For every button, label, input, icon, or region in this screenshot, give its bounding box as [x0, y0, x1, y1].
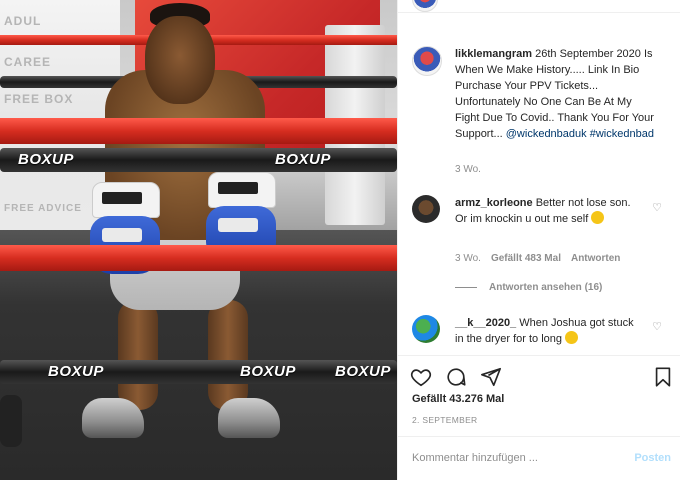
comment-username[interactable]: armz_korleone [455, 197, 533, 209]
avatar[interactable] [412, 46, 442, 76]
heart-icon[interactable] [410, 366, 432, 388]
avatar[interactable] [412, 315, 440, 343]
caption-age[interactable]: 3 Wo. [455, 164, 481, 175]
comment-like-icon[interactable]: ♡ [651, 321, 663, 333]
ring-corner-item [0, 395, 22, 447]
view-replies-label[interactable]: Antworten ansehen (16) [489, 282, 602, 293]
emoji-icon [565, 331, 579, 344]
comment-input[interactable] [410, 451, 614, 465]
comment-like-icon[interactable]: ♡ [651, 202, 663, 214]
rope-boxup-upper: BOXUP BOXUP [0, 148, 397, 172]
comment-likes[interactable]: Gefällt 483 Mal [491, 253, 561, 264]
reply-button[interactable]: Antworten [571, 253, 620, 264]
emoji-icon [591, 211, 605, 224]
banner-text: FREE ADVICE [4, 203, 82, 214]
rope-boxup-lower: BOXUP BOXUP BOXUP [0, 360, 397, 384]
share-icon[interactable] [480, 366, 502, 388]
instagram-post: ADUL CAREE FREE BOX FREE ADVICE BOXUP BO… [0, 0, 680, 480]
boxer-head [145, 16, 215, 104]
comment: armz_korleone Better not lose son. Or im… [455, 195, 645, 227]
view-replies[interactable]: Antworten ansehen (16) [455, 282, 602, 293]
caption-text: 26th September 2020 Is When We Make Hist… [455, 48, 654, 140]
bookmark-icon[interactable] [652, 366, 674, 388]
rope-brand: BOXUP [335, 363, 391, 380]
boxer-shoe [218, 398, 280, 438]
comment-icon[interactable] [445, 366, 467, 388]
rope-brand: BOXUP [48, 363, 104, 380]
boxer-leg [118, 300, 158, 410]
caption: likklemangram 26th September 2020 Is Whe… [455, 46, 655, 142]
boxer-leg [208, 300, 248, 410]
post-photo[interactable]: ADUL CAREE FREE BOX FREE ADVICE BOXUP BO… [0, 0, 397, 480]
post-button[interactable]: Posten [634, 452, 671, 464]
post-sidebar: likklemangram 26th September 2020 Is Whe… [397, 0, 680, 480]
action-bar [398, 355, 680, 396]
comment: __k__2020_ When Joshua got stuck in the … [455, 315, 645, 347]
rope-brand: BOXUP [275, 151, 331, 168]
caption-mention[interactable]: @wickednbaduk [506, 128, 587, 140]
rope-red-lower [0, 245, 397, 271]
avatar[interactable] [412, 0, 438, 12]
banner-text: ADUL [4, 14, 42, 28]
post-date[interactable]: 2. SEPTEMBER [412, 415, 477, 425]
rope-brand: BOXUP [18, 151, 74, 168]
banner-text: FREE BOX [4, 92, 74, 106]
banner-text: CAREE [4, 55, 52, 69]
avatar[interactable] [412, 195, 440, 223]
comment-bar: Posten [398, 436, 680, 481]
comment-meta: 3 Wo. Gefällt 483 Mal Antworten [455, 253, 620, 264]
caption-username[interactable]: likklemangram [455, 48, 532, 60]
rope-red-upper [0, 118, 397, 144]
rope-brand: BOXUP [240, 363, 296, 380]
glove-brand [218, 218, 258, 232]
header-strip [398, 0, 680, 13]
likes-count[interactable]: Gefällt 43.276 Mal [412, 393, 504, 405]
comment-username[interactable]: __k__2020_ [455, 317, 516, 329]
glove-brand [102, 228, 142, 242]
caption-hashtag[interactable]: #wickednbad [590, 128, 654, 140]
comment-age[interactable]: 3 Wo. [455, 253, 481, 264]
boxer-shoe [82, 398, 144, 438]
